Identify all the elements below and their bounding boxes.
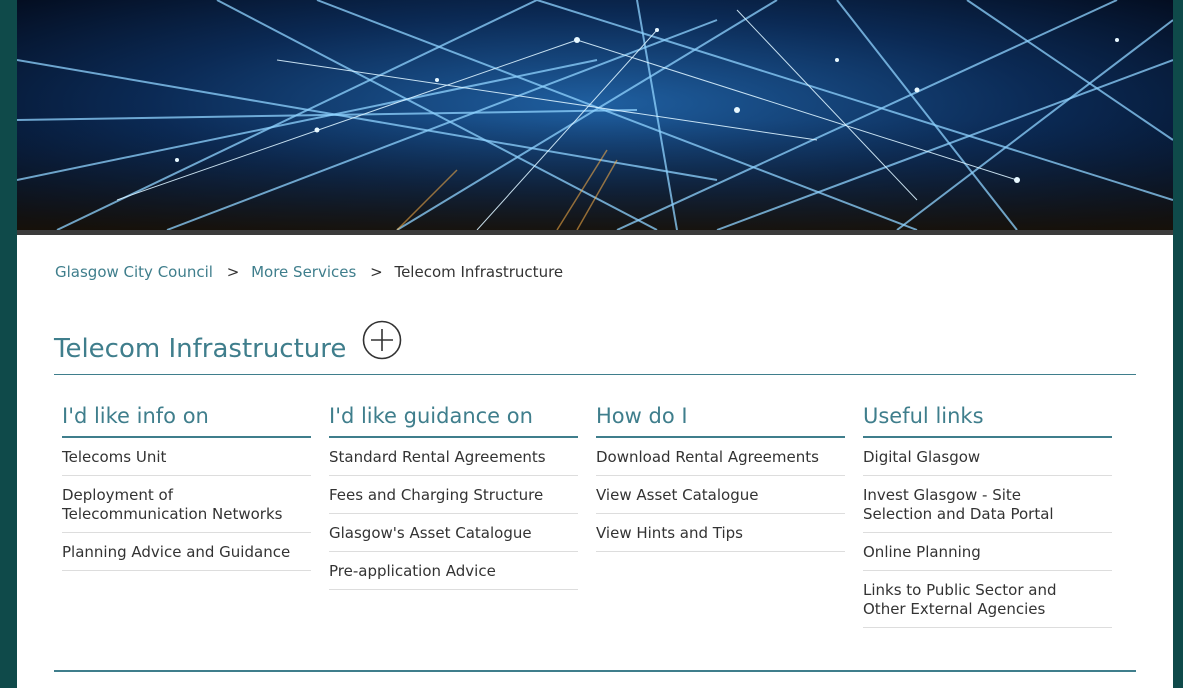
link-deployment-of-telecommunication-networks[interactable]: Deployment of Telecommunication Networks — [62, 476, 311, 532]
column-heading: I'd like guidance on — [329, 398, 578, 438]
page-title: Telecom Infrastructure — [54, 334, 347, 364]
list-item: Telecoms Unit — [62, 438, 311, 476]
link-online-planning[interactable]: Online Planning — [863, 533, 1112, 570]
breadcrumb-link-more-services[interactable]: More Services — [251, 263, 356, 281]
link-list: Digital Glasgow Invest Glasgow - Site Se… — [863, 438, 1112, 628]
link-digital-glasgow[interactable]: Digital Glasgow — [863, 438, 1112, 475]
breadcrumb-current: Telecom Infrastructure — [394, 263, 564, 281]
hero-divider — [17, 230, 1173, 235]
link-view-hints-and-tips[interactable]: View Hints and Tips — [596, 514, 845, 551]
column-useful-links: Useful links Digital Glasgow Invest Glas… — [863, 398, 1112, 628]
column-guidance-on: I'd like guidance on Standard Rental Agr… — [329, 398, 578, 590]
page-frame: Glasgow City Council > More Services > T… — [17, 0, 1173, 688]
list-item: Fees and Charging Structure — [329, 476, 578, 514]
breadcrumb: Glasgow City Council > More Services > T… — [55, 263, 563, 281]
link-columns: I'd like info on Telecoms Unit Deploymen… — [62, 398, 1132, 658]
title-divider — [54, 374, 1136, 375]
link-view-asset-catalogue[interactable]: View Asset Catalogue — [596, 476, 845, 513]
link-list: Standard Rental Agreements Fees and Char… — [329, 438, 578, 590]
plus-circle-icon[interactable] — [362, 320, 402, 360]
list-item: View Hints and Tips — [596, 514, 845, 552]
link-telecoms-unit[interactable]: Telecoms Unit — [62, 438, 311, 475]
link-planning-advice-and-guidance[interactable]: Planning Advice and Guidance — [62, 533, 311, 570]
list-item: Pre-application Advice — [329, 552, 578, 590]
list-item: Standard Rental Agreements — [329, 438, 578, 476]
page-title-row: Telecom Infrastructure — [54, 318, 1136, 368]
list-item: Online Planning — [863, 533, 1112, 571]
network-lights-illustration — [17, 0, 1173, 230]
hero-banner-image — [17, 0, 1173, 230]
list-item: Deployment of Telecommunication Networks — [62, 476, 311, 533]
list-item: Download Rental Agreements — [596, 438, 845, 476]
link-public-sector-external-agencies[interactable]: Links to Public Sector and Other Externa… — [863, 571, 1112, 627]
link-standard-rental-agreements[interactable]: Standard Rental Agreements — [329, 438, 578, 475]
column-heading: How do I — [596, 398, 845, 438]
footer-divider — [54, 670, 1136, 672]
list-item: Planning Advice and Guidance — [62, 533, 311, 571]
link-invest-glasgow-site-selection[interactable]: Invest Glasgow - Site Selection and Data… — [863, 476, 1112, 532]
link-list: Telecoms Unit Deployment of Telecommunic… — [62, 438, 311, 571]
list-item: Digital Glasgow — [863, 438, 1112, 476]
link-fees-and-charging-structure[interactable]: Fees and Charging Structure — [329, 476, 578, 513]
breadcrumb-link-glasgow-city-council[interactable]: Glasgow City Council — [55, 263, 213, 281]
column-heading: I'd like info on — [62, 398, 311, 438]
link-pre-application-advice[interactable]: Pre-application Advice — [329, 552, 578, 589]
column-heading: Useful links — [863, 398, 1112, 438]
list-item: Invest Glasgow - Site Selection and Data… — [863, 476, 1112, 533]
list-item: Links to Public Sector and Other Externa… — [863, 571, 1112, 628]
breadcrumb-separator: > — [370, 263, 383, 281]
link-list: Download Rental Agreements View Asset Ca… — [596, 438, 845, 552]
link-download-rental-agreements[interactable]: Download Rental Agreements — [596, 438, 845, 475]
column-info-on: I'd like info on Telecoms Unit Deploymen… — [62, 398, 311, 571]
list-item: View Asset Catalogue — [596, 476, 845, 514]
list-item: Glasgow's Asset Catalogue — [329, 514, 578, 552]
column-how-do-i: How do I Download Rental Agreements View… — [596, 398, 845, 552]
link-glasgows-asset-catalogue[interactable]: Glasgow's Asset Catalogue — [329, 514, 578, 551]
breadcrumb-separator: > — [226, 263, 240, 281]
